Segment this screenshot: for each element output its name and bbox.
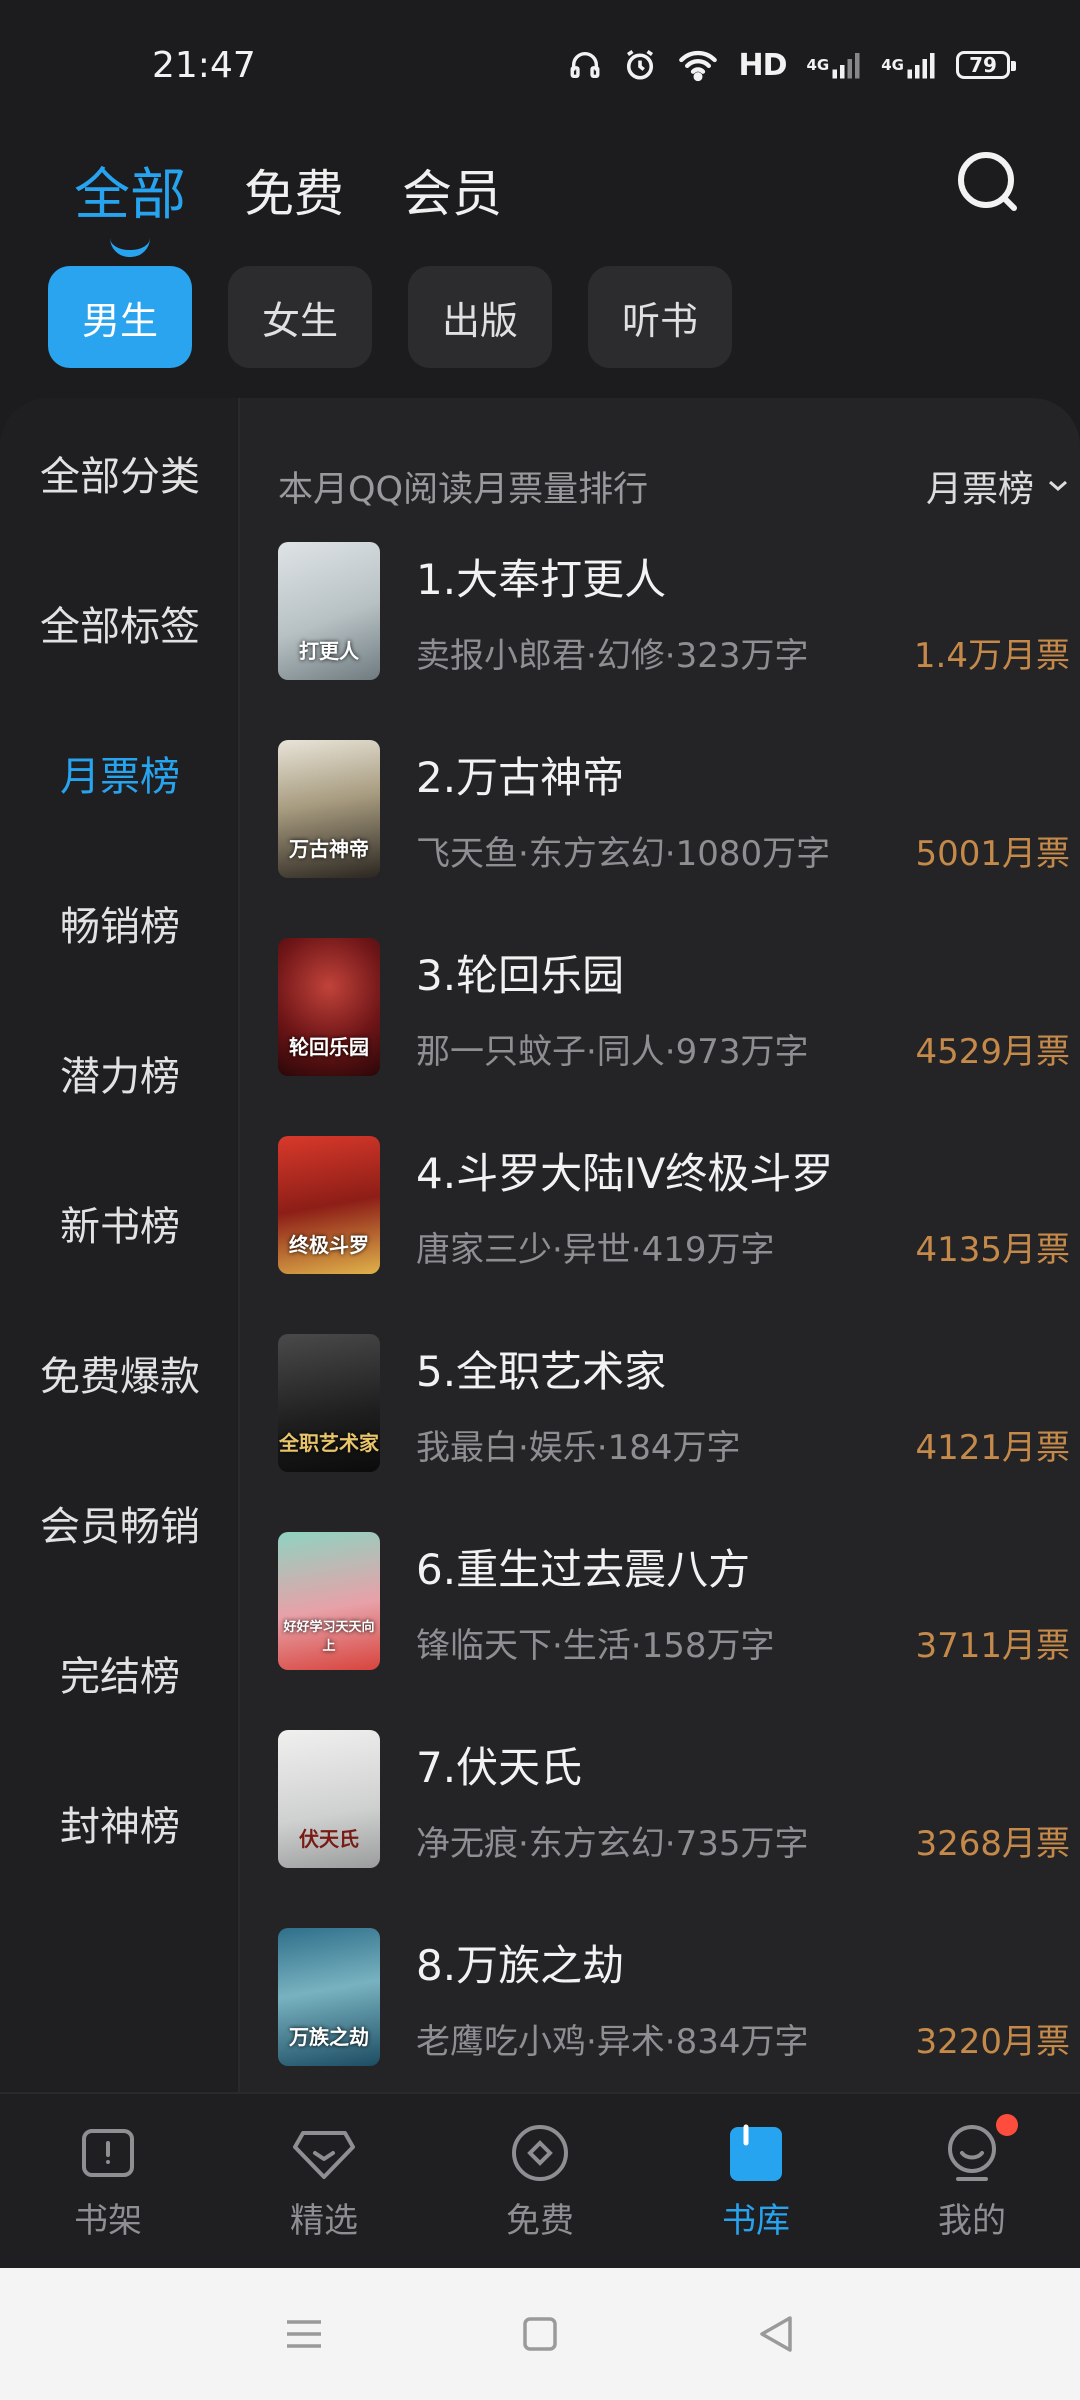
book-item[interactable]: 好好学习天天向上 6.重生过去震八方 锋临天下·生活·158万字 3711月票 — [278, 1532, 1070, 1682]
book-cover: 好好学习天天向上 — [278, 1532, 380, 1670]
nav-profile[interactable]: 我的 — [864, 2094, 1080, 2268]
book-cover: 轮回乐园 — [278, 938, 380, 1076]
menu-button[interactable] — [280, 2310, 328, 2358]
home-button[interactable] — [516, 2310, 564, 2358]
book-cover: 万古神帝 — [278, 740, 380, 878]
menu-icon — [287, 2320, 321, 2348]
sidebar-item-all-categories[interactable]: 全部分类 — [0, 398, 240, 548]
status-icons: HD 4G 4G 79 — [568, 45, 1016, 85]
book-cover: 打更人 — [278, 542, 380, 680]
book-title: 3.轮回乐园 — [416, 951, 625, 1000]
chip-male[interactable]: 男生 — [48, 266, 192, 368]
search-icon — [958, 152, 1017, 211]
ranking-content: 本月QQ阅读月票量排行 月票榜 打更人 1.大奉打更人 卖报小郎君·幻修·323… — [240, 398, 1080, 2092]
nav-free[interactable]: 免费 — [432, 2094, 648, 2268]
system-nav-bar — [0, 2268, 1080, 2400]
sidebar-item-potential[interactable]: 潜力榜 — [0, 998, 240, 1148]
tab-free[interactable]: 免费 — [244, 154, 344, 226]
signal-icon: 4G — [807, 45, 862, 85]
book-item[interactable]: 伏天氏 7.伏天氏 净无痕·东方玄幻·735万字 3268月票 — [278, 1730, 1070, 1880]
network-type: HD — [738, 47, 787, 83]
book-item[interactable]: 万古神帝 2.万古神帝 飞天鱼·东方玄幻·1080万字 5001月票 — [278, 740, 1070, 890]
book-meta: 锋临天下·生活·158万字 — [416, 1626, 775, 1666]
book-item[interactable]: 终极斗罗 4.斗罗大陆IV终极斗罗 唐家三少·异世·419万字 4135月票 — [278, 1136, 1070, 1286]
back-icon — [760, 2316, 792, 2352]
chip-publish[interactable]: 出版 — [408, 266, 552, 368]
book-cover: 万族之劫 — [278, 1928, 380, 2066]
book-title: 8.万族之劫 — [416, 1941, 625, 1990]
nav-library[interactable]: 书库 — [648, 2094, 864, 2268]
book-meta: 卖报小郎君·幻修·323万字 — [416, 636, 809, 676]
book-title: 5.全职艺术家 — [416, 1347, 667, 1396]
diamond-icon — [293, 2130, 355, 2179]
home-icon — [523, 2317, 557, 2351]
book-title: 7.伏天氏 — [416, 1743, 583, 1792]
book-votes: 4121月票 — [915, 1428, 1070, 1468]
back-button[interactable] — [752, 2310, 800, 2358]
bottom-nav: 书架 精选 免费 书库 我的 — [0, 2092, 1080, 2268]
book-cover: 伏天氏 — [278, 1730, 380, 1868]
book-meta: 老鹰吃小鸡·异术·834万字 — [416, 2022, 809, 2062]
main-panel: 全部分类 全部标签 月票榜 畅销榜 潜力榜 新书榜 免费爆款 会员畅销 完结榜 … — [0, 398, 1080, 2092]
headphones-icon — [568, 45, 602, 85]
chevron-down-icon — [1049, 480, 1067, 491]
book-votes: 5001月票 — [915, 834, 1070, 874]
chip-audio[interactable]: 听书 — [588, 266, 732, 368]
ranking-title: 本月QQ阅读月票量排行 — [278, 469, 649, 510]
sidebar-item-new-books[interactable]: 新书榜 — [0, 1148, 240, 1298]
ranking-header: 本月QQ阅读月票量排行 月票榜 — [278, 460, 1070, 512]
status-time: 21:47 — [152, 44, 256, 86]
book-title: 6.重生过去震八方 — [416, 1545, 751, 1594]
notification-badge — [996, 2114, 1018, 2136]
ranking-sort-dropdown[interactable]: 月票榜 — [926, 460, 1070, 512]
book-votes: 3711月票 — [915, 1626, 1070, 1666]
sidebar-item-bestseller[interactable]: 畅销榜 — [0, 848, 240, 998]
book-meta: 那一只蚊子·同人·973万字 — [416, 1032, 809, 1072]
chip-female[interactable]: 女生 — [228, 266, 372, 368]
sidebar-item-monthly-ticket[interactable]: 月票榜 — [0, 698, 240, 848]
sidebar: 全部分类 全部标签 月票榜 畅销榜 潜力榜 新书榜 免费爆款 会员畅销 完结榜 … — [0, 398, 240, 2092]
category-chips: 男生 女生 出版 听书 — [48, 266, 732, 368]
battery-icon: 79 — [956, 51, 1016, 79]
sidebar-item-free-hits[interactable]: 免费爆款 — [0, 1298, 240, 1448]
book-item[interactable]: 万族之劫 8.万族之劫 老鹰吃小鸡·异术·834万字 3220月票 — [278, 1928, 1070, 2078]
book-item[interactable]: 打更人 1.大奉打更人 卖报小郎君·幻修·323万字 1.4万月票 — [278, 542, 1070, 692]
nav-bookshelf[interactable]: 书架 — [0, 2094, 216, 2268]
book-votes: 4135月票 — [915, 1230, 1070, 1270]
library-icon — [730, 2124, 782, 2181]
book-item[interactable]: 全职艺术家 5.全职艺术家 我最白·娱乐·184万字 4121月票 — [278, 1334, 1070, 1484]
tab-all[interactable]: 全部 — [74, 150, 186, 231]
signal-icon-2: 4G — [881, 45, 936, 85]
book-cover: 终极斗罗 — [278, 1136, 380, 1274]
tab-member[interactable]: 会员 — [402, 154, 502, 226]
book-meta: 唐家三少·异世·419万字 — [416, 1230, 775, 1270]
status-bar: 21:47 HD 4G 4G 79 — [0, 0, 1080, 130]
book-title: 2.万古神帝 — [416, 753, 625, 802]
book-votes: 3268月票 — [915, 1824, 1070, 1864]
sidebar-item-member-bestseller[interactable]: 会员畅销 — [0, 1448, 240, 1598]
free-icon — [512, 2124, 568, 2181]
book-votes: 4529月票 — [915, 1032, 1070, 1072]
book-meta: 净无痕·东方玄幻·735万字 — [416, 1824, 809, 1864]
search-button[interactable] — [952, 146, 1024, 218]
sidebar-item-all-tags[interactable]: 全部标签 — [0, 548, 240, 698]
book-meta: 我最白·娱乐·184万字 — [416, 1428, 741, 1468]
profile-icon — [948, 2124, 996, 2181]
top-tabs: 全部 免费 会员 — [74, 140, 502, 240]
alarm-icon — [622, 45, 658, 85]
book-item[interactable]: 轮回乐园 3.轮回乐园 那一只蚊子·同人·973万字 4529月票 — [278, 938, 1070, 1088]
book-title: 1.大奉打更人 — [416, 555, 667, 604]
wifi-icon — [678, 45, 718, 85]
book-votes: 3220月票 — [915, 2022, 1070, 2062]
book-cover: 全职艺术家 — [278, 1334, 380, 1472]
bookshelf-icon — [82, 2128, 134, 2177]
sidebar-item-completed[interactable]: 完结榜 — [0, 1598, 240, 1748]
sidebar-item-legend[interactable]: 封神榜 — [0, 1748, 240, 1898]
book-title: 4.斗罗大陆IV终极斗罗 — [416, 1149, 834, 1198]
nav-featured[interactable]: 精选 — [216, 2094, 432, 2268]
book-meta: 飞天鱼·东方玄幻·1080万字 — [416, 834, 831, 874]
book-votes: 1.4万月票 — [913, 636, 1070, 676]
